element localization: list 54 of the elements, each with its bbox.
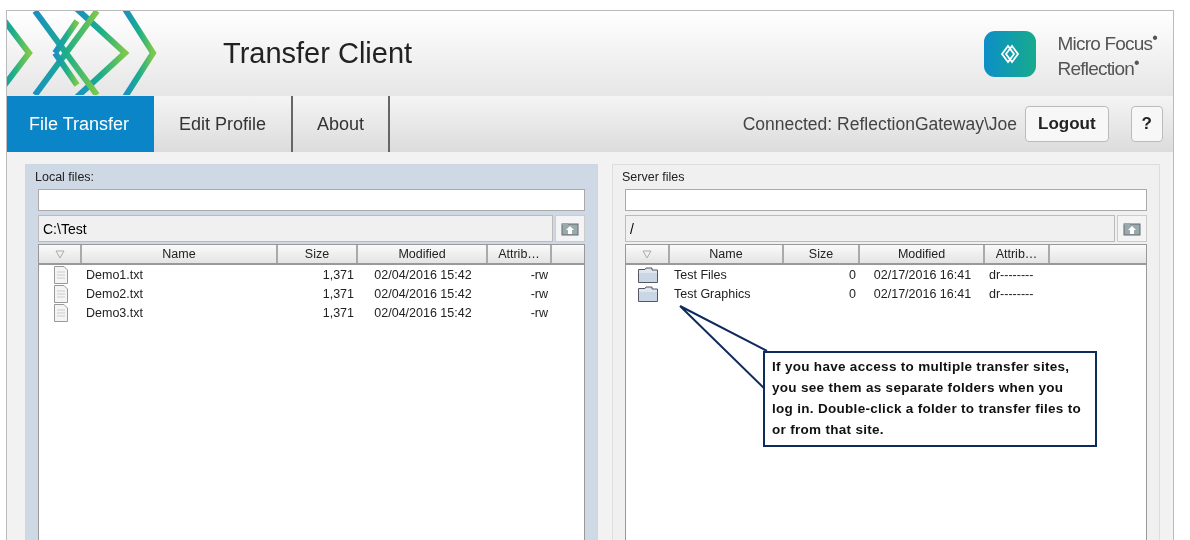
column-header[interactable]: Modified — [860, 245, 985, 263]
brand-name: Reflection$^{•}$ — [1057, 53, 1140, 78]
brand-name: Micro Focus$^{•}$ — [1057, 29, 1157, 54]
connection-status: Connected: ReflectionGateway\Joe — [742, 113, 1017, 135]
column-header[interactable]: Size — [784, 245, 860, 263]
nav-tab[interactable]: About — [293, 96, 391, 152]
nav-tab[interactable]: File Transfer — [7, 96, 155, 152]
file-attributes: -rw — [529, 267, 549, 282]
parent-folder-button[interactable] — [1117, 215, 1147, 242]
logout-button[interactable]: Logout — [1025, 106, 1109, 142]
nav-tab[interactable]: Edit Profile — [154, 96, 294, 152]
modified-date: 02/04/2016 15:42 — [373, 286, 473, 301]
file-attributes: dr-------- — [988, 267, 1035, 282]
column-header[interactable]: Size — [278, 245, 358, 263]
file-size: 1,371 — [321, 267, 355, 282]
callout-note: If you have access to multiple transfer sites, you see them as separate folders when you log in. Double-click a folder to transfer files to or from that site. — [763, 351, 1097, 447]
file-name[interactable]: Test Graphics — [670, 286, 784, 301]
modified-date: 02/04/2016 15:42 — [373, 305, 473, 320]
file-size: 1,371 — [321, 305, 355, 320]
file-attributes: -rw — [529, 286, 549, 301]
help-button[interactable]: ? — [1130, 106, 1163, 142]
file-size: 0 — [848, 267, 857, 282]
folder-icon — [638, 285, 658, 302]
file-name[interactable]: Demo3.txt — [82, 305, 278, 320]
sort-icon[interactable] — [54, 249, 65, 259]
column-header[interactable]: Name — [82, 245, 278, 263]
file-size: 1,371 — [321, 286, 355, 301]
document-icon — [53, 303, 68, 322]
parent-folder-button[interactable] — [555, 215, 585, 242]
column-header[interactable]: Attrib… — [985, 245, 1050, 263]
column-header[interactable]: Name — [670, 245, 784, 263]
document-icon — [53, 284, 68, 303]
file-name[interactable]: Test Files — [670, 267, 784, 282]
file-name[interactable]: Demo1.txt — [82, 267, 278, 282]
folder-up-icon — [561, 221, 579, 236]
filter-field[interactable] — [38, 189, 585, 211]
modified-date: 02/17/2016 16:41 — [872, 286, 973, 301]
path-field[interactable]: C:\Test — [38, 215, 553, 242]
file-attributes: dr-------- — [988, 286, 1035, 301]
folder-up-icon — [1123, 221, 1141, 236]
hexagon-logo-icon — [7, 11, 157, 95]
app-title: Transfer Client — [223, 37, 414, 70]
modified-date: 02/17/2016 16:41 — [872, 267, 973, 282]
column-header[interactable]: Attrib… — [488, 245, 552, 263]
file-name[interactable]: Demo2.txt — [82, 286, 278, 301]
sort-icon[interactable] — [642, 249, 652, 259]
column-header[interactable]: Modified — [358, 245, 488, 263]
filter-field[interactable] — [625, 189, 1147, 211]
file-size: 0 — [848, 286, 857, 301]
modified-date: 02/04/2016 15:42 — [373, 267, 473, 282]
folder-icon — [638, 266, 658, 283]
file-attributes: -rw — [529, 305, 549, 320]
brand-logo-icon — [983, 30, 1036, 77]
path-field[interactable]: / — [625, 215, 1115, 242]
